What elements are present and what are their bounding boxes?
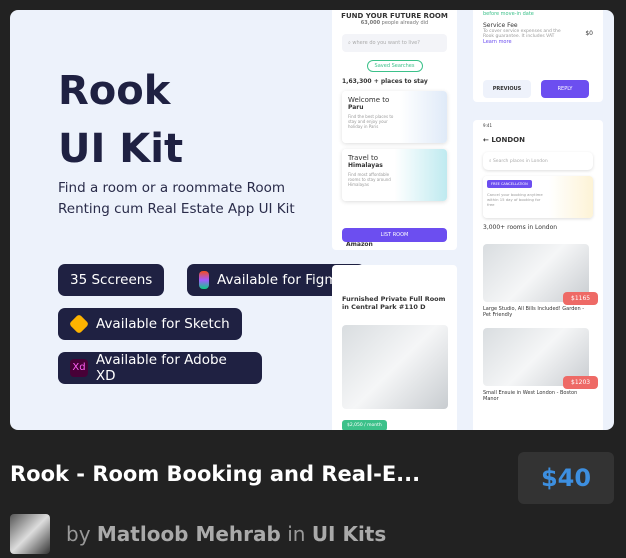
figma-icon	[199, 271, 209, 289]
card-paris: Welcome to Paru Find the best places to st…	[342, 91, 447, 143]
author-avatar[interactable]	[10, 514, 50, 554]
product-thumbnail[interactable]: Rook UI Kit Find a room or a roommate Roo…	[10, 10, 614, 430]
screen-london: 9:41 ← LONDON ⌕ Search places in London …	[473, 120, 603, 430]
badge-sketch: Available for Sketch	[58, 308, 242, 340]
category-link[interactable]: UI Kits	[312, 522, 386, 546]
free-cancellation-text: Cancel your booking anytime within 15 da…	[487, 192, 543, 207]
screen-detail: Furnished Private Full Room in Central P…	[332, 265, 457, 430]
product-title[interactable]: Rook - Room Booking and Real-E...	[10, 462, 420, 486]
hero-subtitle: Find a room or a roommate Room Renting c…	[58, 180, 295, 217]
badge-xd: Xd Available for Adobe XD	[58, 352, 262, 384]
card-himalayas-text: Find most affordable rooms to stay aroun…	[348, 172, 391, 187]
hero-title: Rook UI Kit	[58, 68, 184, 172]
next-card-title: Amazon	[346, 241, 373, 248]
free-cancellation-banner: FREE CANCELLATION Cancel your booking any…	[483, 176, 593, 218]
author-link[interactable]: Matloob Mehrab	[97, 522, 281, 546]
sketch-icon	[68, 313, 90, 335]
badge-screens: 35 Sccreens	[58, 264, 165, 296]
card-himalayas: Travel to Himalayas Find most affordable r…	[342, 149, 447, 201]
author-line: by Matloob Mehrab in UI Kits	[66, 522, 387, 546]
screen-home: FUND YOUR FUTURE ROOM 63,000 people alre…	[332, 10, 457, 250]
card-paris-text: Find the best places to stay and enjoy y…	[348, 114, 394, 129]
list-room-button: LIST ROOM	[342, 228, 447, 242]
xd-icon: Xd	[70, 359, 88, 377]
screen-payment: before move-in date Service Fee To cover…	[473, 10, 603, 102]
price-button[interactable]: $40	[518, 452, 614, 504]
